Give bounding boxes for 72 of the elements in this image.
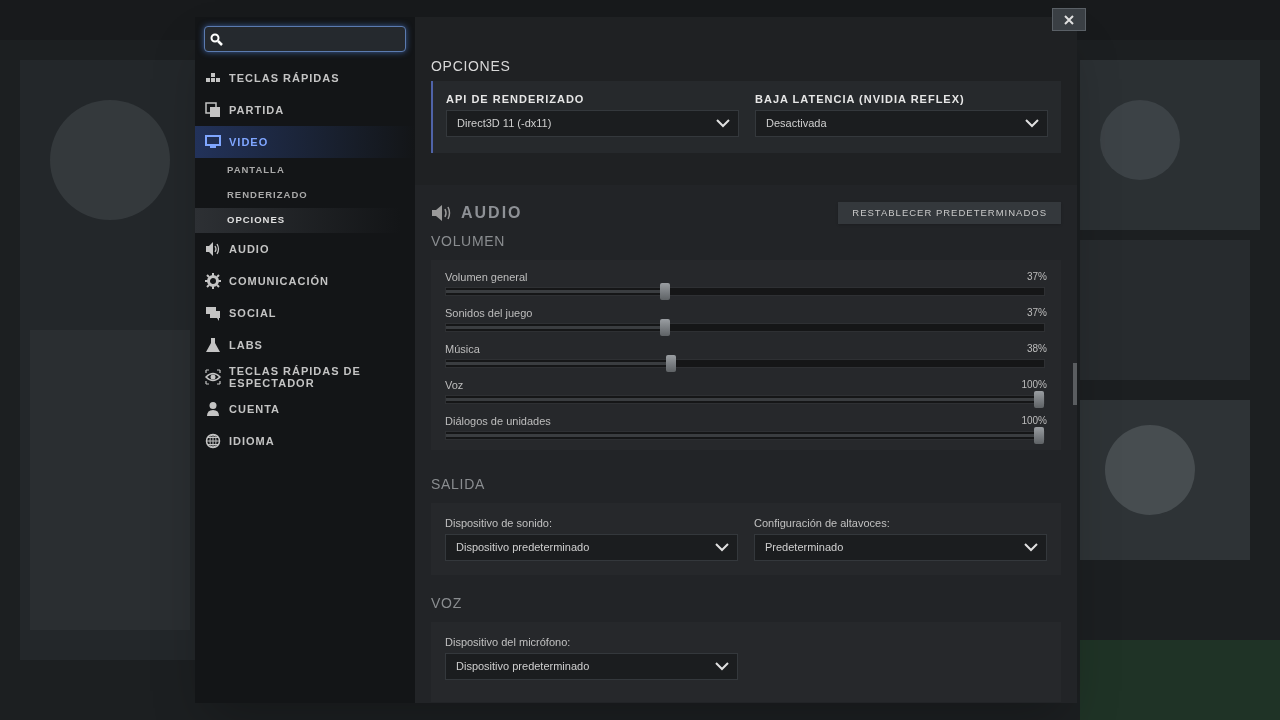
submenu-item[interactable]: RENDERIZADO xyxy=(195,183,415,208)
subsection-title: VOLUMEN xyxy=(431,232,507,251)
item-label: LABS xyxy=(229,339,263,351)
dropdown[interactable]: Direct3D 11 (-dx11) xyxy=(446,110,739,137)
search-icon xyxy=(210,32,223,46)
slider-thumb[interactable] xyxy=(1034,427,1044,444)
sidebar-item[interactable]: COMUNICACIÓN xyxy=(195,265,415,297)
sidebar-item[interactable]: PARTIDA xyxy=(195,94,415,126)
section-title: OPCIONES xyxy=(431,57,512,76)
slider-value: 100% xyxy=(1021,414,1047,428)
speaker-icon xyxy=(431,204,453,222)
slider-label: Voz xyxy=(445,378,464,392)
item-label: TECLAS RÁPIDAS DE ESPECTADOR xyxy=(229,365,362,389)
subsection-title: SALIDA xyxy=(431,475,486,494)
dropdown[interactable]: Desactivada xyxy=(755,110,1048,137)
sidebar-item[interactable]: TECLAS RÁPIDAS DE ESPECTADOR xyxy=(195,361,415,393)
slider-value: 38% xyxy=(1027,342,1047,356)
subsection-title: VOZ xyxy=(431,594,463,613)
item-label: AUDIO xyxy=(229,243,270,255)
slider-thumb[interactable] xyxy=(666,355,677,372)
slider-value: 37% xyxy=(1027,306,1047,320)
field-label: Dispositivo de sonido: xyxy=(445,516,553,531)
item-label: COMUNICACIÓN xyxy=(229,275,329,287)
dropdown[interactable]: Dispositivo predeterminado xyxy=(445,534,738,561)
chevron-down-icon xyxy=(715,662,729,671)
flask-icon xyxy=(205,337,221,353)
monitor-icon xyxy=(205,134,221,150)
close-icon xyxy=(1064,14,1074,25)
field-label: BAJA LATENCIA (NVIDIA REFLEX) xyxy=(755,92,966,107)
slider-thumb[interactable] xyxy=(660,283,671,300)
speaker-icon xyxy=(205,241,221,257)
slider-thumb[interactable] xyxy=(660,319,671,336)
slider-thumb[interactable] xyxy=(1034,391,1044,408)
chevron-down-icon xyxy=(716,119,730,128)
windows-icon xyxy=(205,102,221,118)
chat-icon xyxy=(205,305,221,321)
reset-defaults-button[interactable]: RESTABLECER PREDETERMINADOS xyxy=(838,202,1061,224)
slider-label: Música xyxy=(445,342,480,356)
sidebar-item[interactable]: AUDIO xyxy=(195,233,415,265)
dropdown[interactable]: Predeterminado xyxy=(754,534,1047,561)
dropdown[interactable]: Dispositivo predeterminado xyxy=(445,653,738,680)
item-label: CUENTA xyxy=(229,403,280,415)
section-title: AUDIO xyxy=(461,203,523,223)
scrollbar-thumb[interactable] xyxy=(1073,363,1077,405)
field-label: API DE RENDERIZADO xyxy=(446,92,586,107)
user-icon xyxy=(205,401,221,417)
gear-icon xyxy=(205,273,221,289)
chevron-down-icon xyxy=(1025,119,1039,128)
slider-value: 37% xyxy=(1027,270,1047,284)
close-button[interactable] xyxy=(1052,8,1086,31)
slider-label: Diálogos de unidades xyxy=(445,414,551,428)
search-field[interactable] xyxy=(204,26,406,52)
slider-label: Sonidos del juego xyxy=(445,306,533,320)
sidebar-item[interactable]: IDIOMA xyxy=(195,425,415,457)
sidebar-item[interactable]: LABS xyxy=(195,329,415,361)
field-label: Dispositivo del micrófono: xyxy=(445,635,572,650)
globe-icon xyxy=(205,433,221,449)
slider-value: 100% xyxy=(1021,378,1047,392)
slider-label: Volumen general xyxy=(445,270,528,284)
item-label: VIDEO xyxy=(229,136,269,148)
item-label: TECLAS RÁPIDAS xyxy=(229,72,340,84)
field-label: Configuración de altavoces: xyxy=(754,516,891,531)
chevron-down-icon xyxy=(715,543,729,552)
submenu-item[interactable]: PANTALLA xyxy=(195,158,415,183)
item-label: IDIOMA xyxy=(229,435,275,447)
chevron-down-icon xyxy=(1024,543,1038,552)
item-label: SOCIAL xyxy=(229,307,277,319)
sidebar-item[interactable]: SOCIAL xyxy=(195,297,415,329)
eye-icon xyxy=(205,369,221,385)
sidebar-item[interactable]: TECLAS RÁPIDAS xyxy=(195,62,415,94)
item-label: PARTIDA xyxy=(229,104,285,116)
sidebar-item[interactable]: CUENTA xyxy=(195,393,415,425)
